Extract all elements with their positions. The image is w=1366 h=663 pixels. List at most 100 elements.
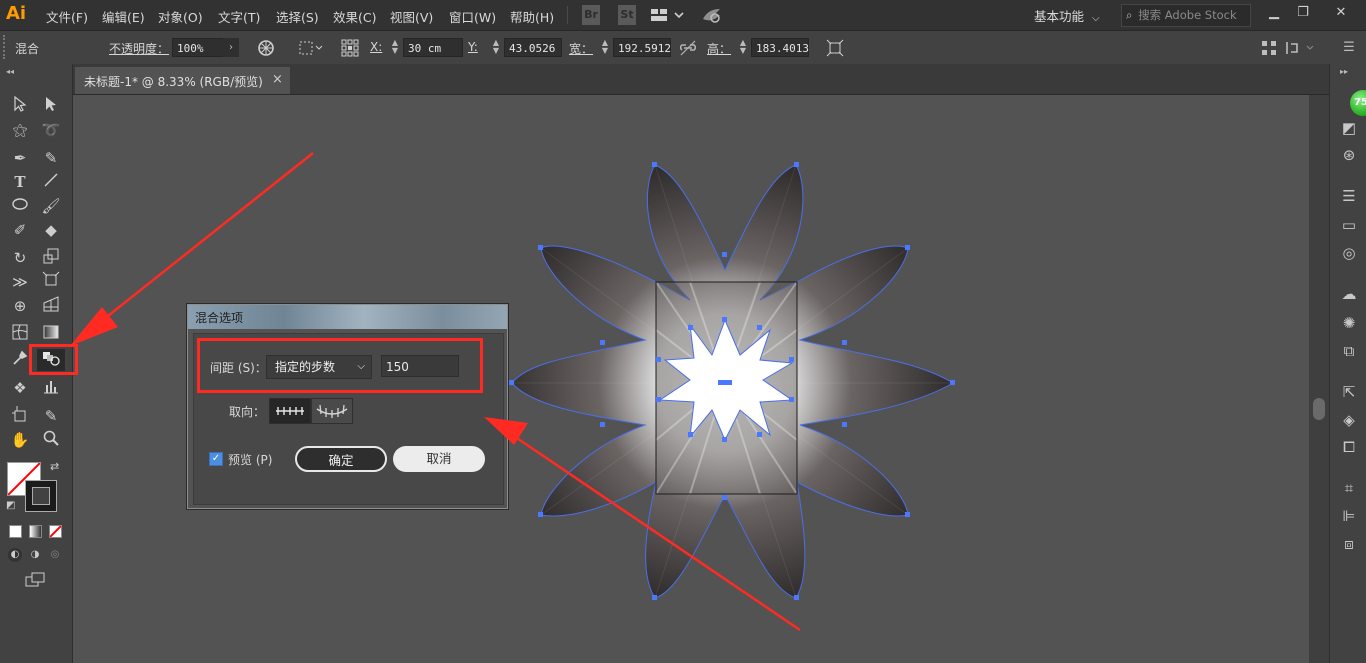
rotate-tool-icon[interactable]: ↻ [8,247,32,269]
line-tool-icon[interactable] [39,171,63,193]
pen-tool-icon[interactable]: ✒ [8,147,32,169]
gradient-tool-icon[interactable] [39,323,63,345]
zoom-tool-icon[interactable] [39,429,63,451]
draw-normal-icon[interactable]: ◐ [8,548,22,562]
expand-panels-icon[interactable]: ▸▸ [1340,67,1348,76]
gradient-panel-icon[interactable]: ▭ [1337,214,1361,236]
ok-button[interactable]: 确定 [295,446,387,472]
ellipse-tool-icon[interactable] [8,195,32,217]
x-stepper-icon[interactable]: ▲ ▼ [389,39,401,56]
width-stepper-icon[interactable]: ▲ ▼ [599,39,611,56]
draw-behind-icon[interactable]: ◑ [28,548,42,562]
eraser-tool-icon[interactable]: ◆ [39,219,63,241]
transform-panel-icon[interactable]: ⌗ [1337,477,1361,499]
stock-search-input[interactable]: ⌕ 搜索 Adobe Stock [1121,4,1251,27]
stroke-panel-icon[interactable]: ☰ [1337,185,1361,207]
align-panel-icon[interactable]: ⊫ [1337,505,1361,527]
close-tab-icon[interactable]: × [272,72,283,87]
slice-tool-icon[interactable]: ✎ [39,405,63,427]
control-bar-grip[interactable] [3,35,7,59]
shape-builder-tool-icon[interactable]: ⊕ [8,295,32,317]
width-field[interactable]: 192.5912 [613,38,671,57]
menu-object[interactable]: 对象(O) [158,7,203,26]
opacity-field[interactable]: 100% [172,38,224,57]
scale-tool-icon[interactable] [39,247,63,269]
recolor-artwork-icon[interactable] [255,38,277,58]
cancel-button[interactable]: 取消 [393,446,485,472]
draw-inside-icon[interactable]: ◎ [48,548,62,562]
height-field[interactable]: 183.4013 [751,38,809,57]
graphic-styles-icon[interactable]: ⧉ [1337,340,1361,362]
menu-file[interactable]: 文件(F) [46,7,88,26]
curvature-tool-icon[interactable]: ✎ [39,147,63,169]
artboard-tool-icon[interactable] [8,405,32,427]
menu-effect[interactable]: 效果(C) [333,7,376,26]
align-to-path-button[interactable] [311,398,353,424]
align-icon[interactable] [1258,38,1280,58]
constrain-proportions-icon[interactable] [677,38,699,58]
transform-icon[interactable] [824,38,846,58]
default-colors-icon[interactable]: ◩ [6,500,15,511]
free-transform-tool-icon[interactable] [39,271,63,293]
gradient-mode-icon[interactable] [29,525,42,538]
menu-help[interactable]: 帮助(H) [510,7,554,26]
menu-select[interactable]: 选择(S) [276,7,319,26]
width-tool-icon[interactable]: ≫ [8,271,32,293]
menu-type[interactable]: 文字(T) [218,7,260,26]
color-mode-icon[interactable] [9,525,22,538]
color-guide-icon[interactable]: ◩ [1337,117,1361,139]
column-graph-tool-icon[interactable] [39,377,63,399]
menu-edit[interactable]: 编辑(E) [102,7,145,26]
gpu-performance-icon[interactable] [700,5,724,25]
menu-window[interactable]: 窗口(W) [449,7,496,26]
close-window-button[interactable]: ✕ [1326,4,1356,22]
export-icon[interactable]: ⇱ [1337,381,1361,403]
height-stepper-icon[interactable]: ▲ ▼ [737,39,749,56]
panel-menu-icon[interactable]: ☰ [1338,38,1360,58]
creative-cloud-icon[interactable]: ☁ [1337,283,1361,305]
opacity-label[interactable]: 不透明度： [109,40,169,57]
align-to-page-button[interactable] [269,398,311,424]
y-stepper-icon[interactable]: ▲ ▼ [490,39,502,56]
collapse-panel-icon[interactable]: ◂◂ [6,67,14,76]
appearance-icon[interactable]: ✺ [1337,312,1361,334]
preview-label[interactable]: 预览 (P) [228,451,272,468]
bridge-icon[interactable]: Br [582,5,600,25]
arrange-icon[interactable] [1283,38,1319,58]
vertical-scrollbar[interactable] [1309,95,1329,663]
workspace-switcher[interactable]: 基本功能 ⌵ [1034,6,1100,25]
lasso-tool-icon[interactable]: ➰ [39,119,63,141]
shaper-tool-icon[interactable]: ✐ [8,219,32,241]
none-mode-icon[interactable] [49,525,62,538]
x-field[interactable]: 30 cm [403,38,463,57]
swap-fill-stroke-icon[interactable]: ⇄ [50,460,59,473]
hand-tool-icon[interactable]: ✋ [8,429,32,451]
preview-checkbox[interactable]: ✓ [209,452,223,466]
stock-icon[interactable]: St [618,5,636,25]
restore-button[interactable]: ❐ [1288,4,1318,22]
menu-view[interactable]: 视图(V) [390,7,433,26]
symbol-sprayer-tool-icon[interactable]: ❖ [8,377,32,399]
reference-point-icon[interactable] [339,38,361,58]
pathfinder-icon[interactable]: ⧈ [1337,533,1361,555]
select-similar-icon[interactable] [297,38,325,58]
dialog-titlebar[interactable]: 混合选项 [188,305,507,329]
paintbrush-tool-icon[interactable]: 🖌 [39,195,63,217]
document-tab[interactable]: 未标题-1* @ 8.33% (RGB/预览) × [75,67,290,94]
scrollbar-thumb[interactable] [1313,398,1325,420]
minimize-button[interactable]: ▁ [1259,4,1289,22]
stroke-swatch[interactable] [25,480,57,512]
type-tool-icon[interactable]: T [8,171,32,193]
perspective-grid-tool-icon[interactable] [39,295,63,317]
transparency-panel-icon[interactable]: ◎ [1337,242,1361,264]
selection-tool-icon[interactable] [8,95,32,117]
magic-wand-tool-icon[interactable]: ⚝ [8,119,32,141]
arrange-documents-icon[interactable] [649,5,685,25]
screen-mode-icon[interactable] [24,571,48,589]
artboards-icon[interactable]: ⧠ [1337,436,1361,458]
opacity-arrow-icon[interactable]: › [223,38,239,57]
mesh-tool-icon[interactable] [8,323,32,345]
libraries-icon[interactable]: ⊛ [1337,144,1361,166]
direct-selection-tool-icon[interactable] [39,95,63,117]
layers-icon[interactable]: ◈ [1337,409,1361,431]
